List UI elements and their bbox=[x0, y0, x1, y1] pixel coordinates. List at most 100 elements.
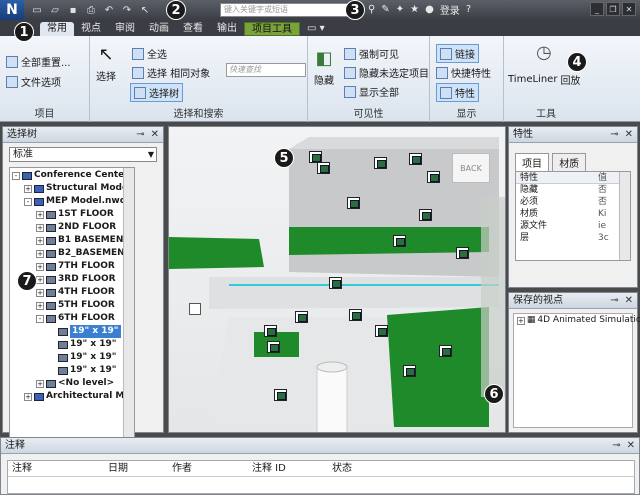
column-header[interactable]: 作者 bbox=[172, 461, 252, 477]
comment-tag-icon[interactable] bbox=[267, 341, 280, 353]
comment-tag-icon[interactable] bbox=[347, 197, 360, 209]
comment-tag-icon[interactable] bbox=[456, 247, 469, 259]
close-icon[interactable]: ✕ bbox=[622, 2, 636, 16]
pin-icon[interactable]: ⊸ bbox=[136, 127, 144, 143]
tab-output[interactable]: 输出 bbox=[210, 22, 244, 36]
comment-tag-icon[interactable] bbox=[329, 277, 342, 289]
star-icon[interactable]: ★ bbox=[410, 4, 419, 15]
replay-label[interactable]: 回放 bbox=[560, 72, 580, 87]
hide-button[interactable]: ◧ 隐藏 bbox=[314, 48, 334, 87]
comment-tag-icon[interactable] bbox=[374, 157, 387, 169]
quick-find-input[interactable]: 快速查找 bbox=[226, 63, 306, 77]
tree-item[interactable]: +5TH FLOOR bbox=[12, 299, 134, 312]
force-visible-button[interactable]: 强制可见 bbox=[344, 46, 399, 61]
comment-tag-icon[interactable] bbox=[317, 162, 330, 174]
tree-item[interactable]: + B2_BASEMENT bbox=[12, 247, 134, 260]
tab-view[interactable]: 查看 bbox=[176, 22, 210, 36]
pin-icon[interactable]: ⊸ bbox=[610, 293, 618, 309]
close-icon[interactable]: ✕ bbox=[625, 293, 633, 309]
expand-icon[interactable]: + bbox=[36, 262, 44, 271]
column-header[interactable]: 注释 bbox=[8, 461, 108, 477]
collapse-icon[interactable]: - bbox=[24, 197, 32, 206]
table-row[interactable]: 隐藏 否 bbox=[516, 184, 630, 196]
comment-tag-icon[interactable] bbox=[403, 365, 416, 377]
expand-icon[interactable]: + bbox=[24, 392, 32, 401]
tab-material[interactable]: 材质 bbox=[552, 153, 587, 171]
tree-item[interactable]: + B1 BASEMENT bbox=[12, 234, 134, 247]
expand-icon[interactable]: + bbox=[36, 275, 44, 284]
close-icon[interactable]: ✕ bbox=[151, 127, 159, 143]
comment-tag-icon[interactable] bbox=[427, 171, 440, 183]
quick-properties-button[interactable]: 快捷特性 bbox=[436, 65, 491, 80]
expand-icon[interactable]: + bbox=[36, 301, 44, 310]
tools-icon[interactable]: ✎ bbox=[381, 4, 389, 15]
pin-icon[interactable]: ⊸ bbox=[612, 438, 620, 454]
tab-animation[interactable]: 动画 bbox=[142, 22, 176, 36]
print-icon[interactable]: ⎙ bbox=[84, 5, 98, 16]
viewcube[interactable]: BACK bbox=[452, 153, 490, 183]
restore-icon[interactable]: ❐ bbox=[606, 2, 620, 16]
expand-icon[interactable]: + bbox=[36, 236, 44, 245]
expand-icon[interactable]: + bbox=[36, 223, 44, 232]
comment-tag-icon[interactable] bbox=[409, 153, 422, 165]
select-button[interactable]: ↖ 选择 bbox=[96, 44, 116, 83]
tree-item[interactable]: +2ND FLOOR bbox=[12, 221, 134, 234]
collapse-icon[interactable]: - bbox=[12, 171, 20, 180]
tab-item-tools[interactable]: 项目工具 bbox=[244, 22, 300, 36]
tab-item[interactable]: 项目 bbox=[515, 153, 549, 171]
tree-item[interactable]: + Architectural Mo bbox=[12, 390, 134, 403]
tree-scrollbar[interactable] bbox=[123, 168, 134, 460]
tree-item[interactable]: 19" x 19" bbox=[12, 325, 134, 338]
tree-item[interactable]: - MEP Model.nwc bbox=[12, 195, 134, 208]
comment-tag-icon[interactable] bbox=[295, 311, 308, 323]
minimize-icon[interactable]: _ bbox=[590, 2, 604, 16]
expand-icon[interactable]: + bbox=[36, 379, 44, 388]
selection-tree-button[interactable]: 选择树 bbox=[130, 83, 183, 102]
timeliner-button[interactable]: TimeLiner 回放 bbox=[508, 72, 580, 87]
column-header[interactable]: 日期 bbox=[108, 461, 172, 477]
comment-tag-icon[interactable] bbox=[393, 235, 406, 247]
redo-icon[interactable]: ↷ bbox=[120, 5, 134, 16]
satellite-icon[interactable]: ✦ bbox=[396, 4, 404, 15]
table-row[interactable]: 材质 Ki bbox=[516, 208, 630, 220]
table-row[interactable]: 必须 否 bbox=[516, 196, 630, 208]
expand-icon[interactable]: + bbox=[24, 184, 32, 193]
tree-mode-select[interactable]: 标准 ▼ bbox=[9, 147, 157, 162]
application-button[interactable]: N bbox=[0, 0, 24, 20]
table-row[interactable]: 源文件 ie bbox=[516, 220, 630, 232]
expand-icon[interactable]: + bbox=[517, 316, 525, 325]
tree-item[interactable]: + <No level> bbox=[12, 377, 134, 390]
select-same-button[interactable]: 选择 相同对象 bbox=[132, 65, 210, 80]
tree-item[interactable]: 19" x 19" bbox=[12, 364, 134, 377]
list-item[interactable]: + ▦ 4D Animated Simulation bbox=[514, 314, 640, 327]
comment-tag-icon[interactable] bbox=[439, 345, 452, 357]
pin-icon[interactable]: ⊸ bbox=[610, 127, 618, 143]
links-button[interactable]: 链接 bbox=[436, 44, 479, 63]
scene-viewport[interactable]: BACK bbox=[168, 126, 506, 433]
hide-unselected-button[interactable]: 隐藏未选定项目 bbox=[344, 65, 429, 80]
tab-home[interactable]: 常用 bbox=[40, 22, 74, 36]
login-link[interactable]: 登录 bbox=[440, 2, 460, 17]
tab-review[interactable]: 审阅 bbox=[108, 22, 142, 36]
tree-item[interactable]: - Conference Center. bbox=[12, 169, 134, 182]
properties-button[interactable]: 特性 bbox=[436, 83, 479, 102]
comment-tag-icon[interactable] bbox=[375, 325, 388, 337]
comment-tag-icon[interactable] bbox=[349, 309, 362, 321]
select-cursor-icon[interactable]: ↖ bbox=[138, 5, 152, 16]
tree-item[interactable]: 19" x 19" bbox=[12, 338, 134, 351]
close-icon[interactable]: ✕ bbox=[625, 127, 633, 143]
tree-item[interactable]: + Structural Model bbox=[12, 182, 134, 195]
collapse-icon[interactable]: - bbox=[36, 314, 44, 323]
expand-icon[interactable]: + bbox=[36, 288, 44, 297]
column-header[interactable]: 状态 bbox=[332, 461, 634, 477]
file-options-button[interactable]: 文件选项 bbox=[6, 74, 61, 89]
tree-item[interactable]: - 6TH FLOOR bbox=[12, 312, 134, 325]
new-file-icon[interactable]: ▭ bbox=[30, 5, 44, 16]
comment-tag-icon[interactable] bbox=[274, 389, 287, 401]
tree-item[interactable]: +1ST FLOOR bbox=[12, 208, 134, 221]
expand-icon[interactable]: + bbox=[36, 210, 44, 219]
ribbon-options-dropdown[interactable]: ▭ ▾ bbox=[300, 22, 332, 36]
save-icon[interactable]: ▪ bbox=[66, 5, 80, 16]
show-all-button[interactable]: 显示全部 bbox=[344, 84, 399, 99]
open-file-icon[interactable]: ▱ bbox=[48, 5, 62, 16]
